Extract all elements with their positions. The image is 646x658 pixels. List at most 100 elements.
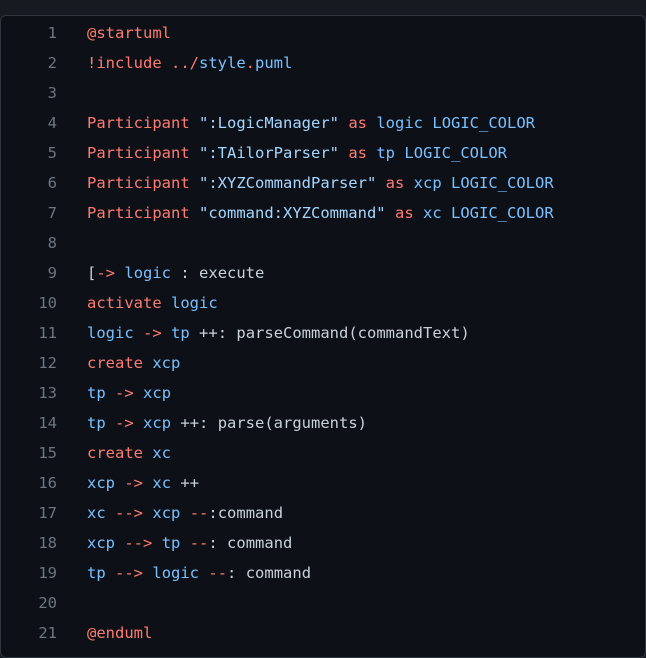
line-number[interactable]: 4 <box>1 108 57 138</box>
code-token: logic <box>376 114 424 132</box>
code-token: activate <box>87 294 162 312</box>
code-token: -> <box>96 264 116 282</box>
code-lines[interactable]: 1 @startuml 2 !include ../style.puml 3 4 Parti… <box>1 18 645 648</box>
code-line[interactable]: 13 tp -> xcp <box>1 378 645 408</box>
line-number[interactable]: 1 <box>1 18 57 48</box>
line-number[interactable]: 8 <box>1 228 57 258</box>
code-token: Participant <box>87 114 190 132</box>
line-number[interactable]: 21 <box>1 618 57 648</box>
line-number[interactable]: 19 <box>1 558 57 588</box>
code-line[interactable]: 4 Participant ":LogicManager" as logic LO… <box>1 108 645 138</box>
code-token: :command <box>208 504 284 522</box>
code-line[interactable]: 6 Participant ":XYZCommandParser" as xcp … <box>1 168 645 198</box>
line-content <box>57 78 87 108</box>
code-token: as <box>394 204 414 222</box>
line-number[interactable]: 10 <box>1 288 57 318</box>
code-line[interactable]: 3 <box>1 78 645 108</box>
code-token: . <box>245 54 256 72</box>
line-content: Participant "command:XYZCommand" as xc L… <box>57 198 554 228</box>
code-token: -> <box>124 474 144 492</box>
code-token: xcp <box>87 534 115 552</box>
code-token: --> <box>124 534 153 552</box>
code-token: !include <box>87 54 162 72</box>
code-token: : command <box>208 534 293 552</box>
code-token: as <box>348 144 367 162</box>
line-content: @enduml <box>57 618 152 648</box>
code-line[interactable]: 2 !include ../style.puml <box>1 48 645 78</box>
code-line[interactable]: 5 Participant ":TAilorParser" as tp LOGIC… <box>1 138 645 168</box>
code-line[interactable]: 17 xc --> xcp --:command <box>1 498 645 528</box>
line-number[interactable]: 13 <box>1 378 57 408</box>
line-number[interactable]: 14 <box>1 408 57 438</box>
code-line[interactable]: 21 @enduml <box>1 618 645 648</box>
line-number[interactable]: 2 <box>1 48 57 78</box>
line-number[interactable]: 17 <box>1 498 57 528</box>
code-token: --> <box>115 564 144 582</box>
code-token: @enduml <box>87 624 153 642</box>
line-content <box>57 588 87 618</box>
code-token: LOGIC_COLOR <box>432 114 536 132</box>
code-token: "command:XYZCommand" <box>199 204 386 222</box>
code-line[interactable]: 15 create xc <box>1 438 645 468</box>
code-token: tp <box>87 564 106 582</box>
code-line[interactable]: 8 <box>1 228 645 258</box>
code-line[interactable]: 1 @startuml <box>1 18 645 48</box>
line-number[interactable]: 15 <box>1 438 57 468</box>
code-line[interactable]: 7 Participant "command:XYZCommand" as xc … <box>1 198 645 228</box>
code-line[interactable]: 11 logic -> tp ++: parseCommand(commandTe… <box>1 318 645 348</box>
line-content: [-> logic : execute <box>57 258 264 288</box>
line-content: xc --> xcp --:command <box>57 498 283 528</box>
code-token: ++ <box>171 474 200 492</box>
code-token: xcp <box>143 384 172 402</box>
line-number[interactable]: 18 <box>1 528 57 558</box>
code-token: -- <box>189 534 209 552</box>
code-line[interactable]: 19 tp --> logic --: command <box>1 558 645 588</box>
line-number[interactable]: 9 <box>1 258 57 288</box>
line-number[interactable]: 16 <box>1 468 57 498</box>
code-token: create <box>87 444 143 462</box>
code-token: xcp <box>87 474 115 492</box>
code-token: xc <box>152 474 172 492</box>
line-content: xcp -> xc ++ <box>57 468 199 498</box>
code-line[interactable]: 9 [-> logic : execute <box>1 258 645 288</box>
line-number[interactable]: 3 <box>1 78 57 108</box>
code-line[interactable]: 12 create xcp <box>1 348 645 378</box>
code-token: Participant <box>87 144 190 162</box>
code-token: LOGIC_COLOR <box>404 144 508 162</box>
code-line[interactable]: 20 <box>1 588 645 618</box>
code-token: LOGIC_COLOR <box>451 204 554 222</box>
line-number[interactable]: 11 <box>1 318 57 348</box>
code-line[interactable]: 14 tp -> xcp ++: parse(arguments) <box>1 408 645 438</box>
code-line[interactable]: 10 activate logic <box>1 288 645 318</box>
line-number[interactable]: 12 <box>1 348 57 378</box>
line-number[interactable]: 6 <box>1 168 57 198</box>
line-content: tp -> xcp <box>57 378 171 408</box>
code-token: -> <box>115 414 134 432</box>
code-line[interactable]: 18 xcp --> tp --: command <box>1 528 645 558</box>
code-token: as <box>385 174 405 192</box>
code-line[interactable]: 16 xcp -> xc ++ <box>1 468 645 498</box>
code-token: tp <box>161 534 181 552</box>
line-number[interactable]: 20 <box>1 588 57 618</box>
line-number[interactable]: 5 <box>1 138 57 168</box>
line-number[interactable]: 7 <box>1 198 57 228</box>
line-content: tp --> logic --: command <box>57 558 311 588</box>
